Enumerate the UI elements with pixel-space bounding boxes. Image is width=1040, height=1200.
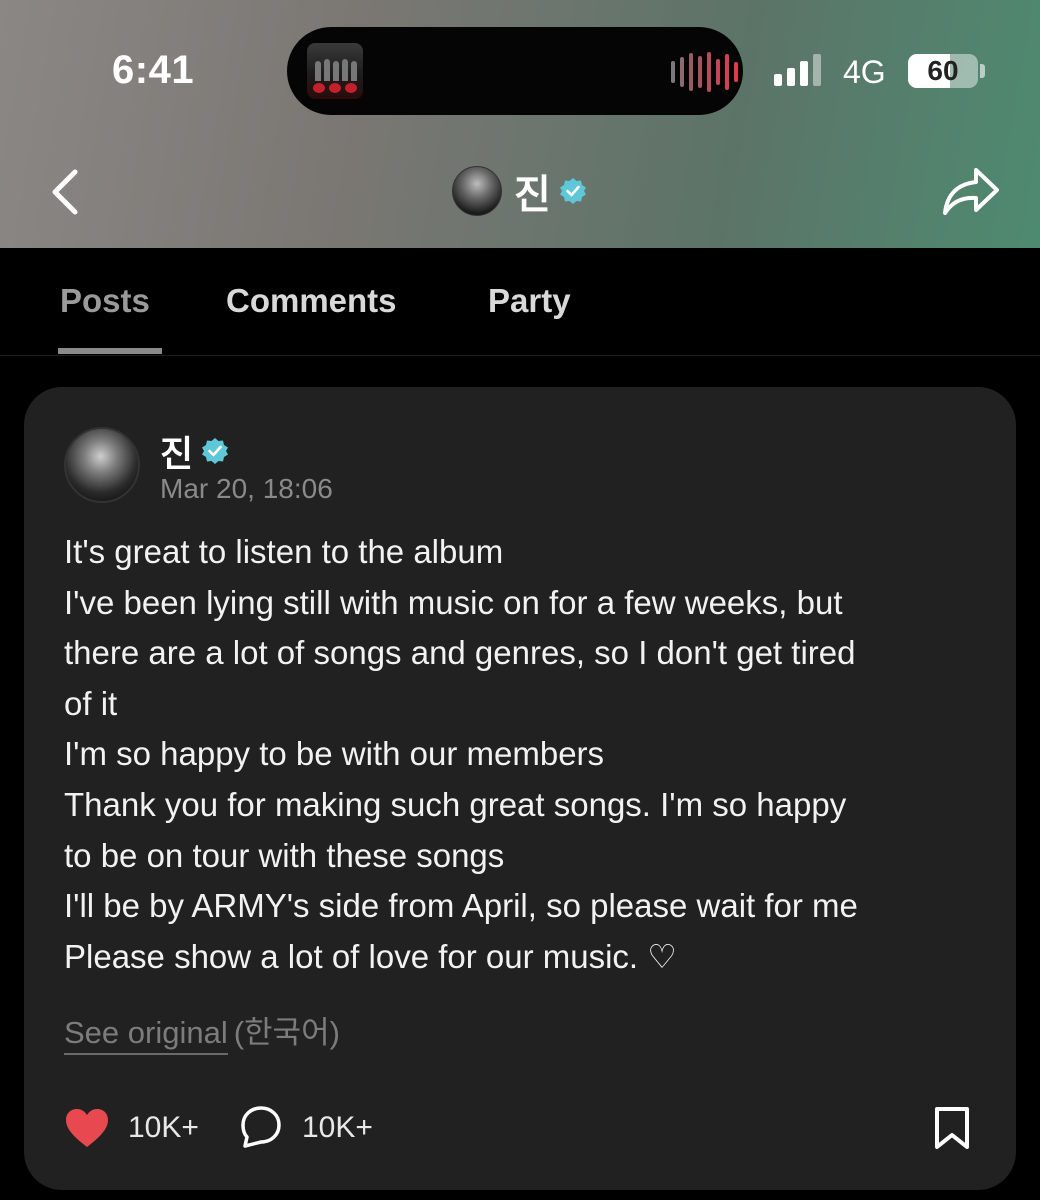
battery-icon: 60 <box>908 54 978 88</box>
post-line: of it <box>64 684 118 722</box>
heart-icon[interactable] <box>64 1107 110 1149</box>
share-arrow-icon[interactable] <box>940 164 1002 218</box>
profile-name: 진 <box>514 173 551 217</box>
status-time: 6:41 <box>112 48 195 92</box>
post-card[interactable]: 진 Mar 20, 18:06 It's great to listen to … <box>24 387 1016 1190</box>
avatar[interactable] <box>64 427 140 503</box>
like-count: 10K+ <box>128 1111 199 1144</box>
see-original: See original (한국어) <box>64 1007 340 1055</box>
verified-badge-icon <box>559 178 586 204</box>
see-original-link[interactable]: See original <box>64 1015 228 1055</box>
audio-waveform-icon <box>671 52 738 92</box>
verified-badge-icon <box>202 438 229 464</box>
dynamic-island[interactable] <box>287 27 743 115</box>
post-line: Please show a lot of love for our music.… <box>64 937 677 975</box>
tab-posts[interactable]: Posts <box>60 282 150 320</box>
post-timestamp: Mar 20, 18:06 <box>160 473 333 504</box>
original-language: (한국어) <box>233 1015 340 1050</box>
bookmark-icon[interactable] <box>932 1105 972 1151</box>
active-tab-indicator <box>58 348 162 354</box>
album-art-thumbnail <box>307 43 363 99</box>
tab-bar: Posts Comments Party <box>0 248 1040 356</box>
battery-percent: 60 <box>927 55 959 86</box>
author-name: 진 <box>160 433 194 474</box>
header-area: 6:41 4G 60 진 <box>0 0 1040 248</box>
post-author[interactable]: 진 <box>160 425 229 477</box>
cellular-signal-icon <box>774 52 821 86</box>
post-line: there are a lot of songs and genres, so … <box>64 634 856 672</box>
network-type: 4G <box>843 54 886 90</box>
post-line: It's great to listen to the album <box>64 533 504 570</box>
post-line: I'm so happy to be with our members <box>64 735 605 773</box>
comment-count: 10K+ <box>302 1111 373 1144</box>
battery-nub <box>980 64 985 78</box>
post-body: It's great to listen to the album I've b… <box>64 527 994 982</box>
avatar <box>452 166 502 216</box>
post-line: to be on tour with these songs <box>64 836 505 874</box>
profile-header[interactable]: 진 <box>452 166 587 217</box>
tab-party[interactable]: Party <box>488 282 571 320</box>
chevron-left-icon[interactable] <box>42 166 92 218</box>
tab-comments[interactable]: Comments <box>226 282 397 320</box>
post-line: I've been lying still with music on for … <box>64 583 843 621</box>
post-actions: 10K+ 10K+ <box>64 1105 984 1153</box>
comment-bubble-icon[interactable] <box>240 1105 282 1149</box>
post-line: I'll be by ARMY's side from April, so pl… <box>64 887 858 925</box>
post-line: Thank you for making such great songs. I… <box>64 785 847 823</box>
